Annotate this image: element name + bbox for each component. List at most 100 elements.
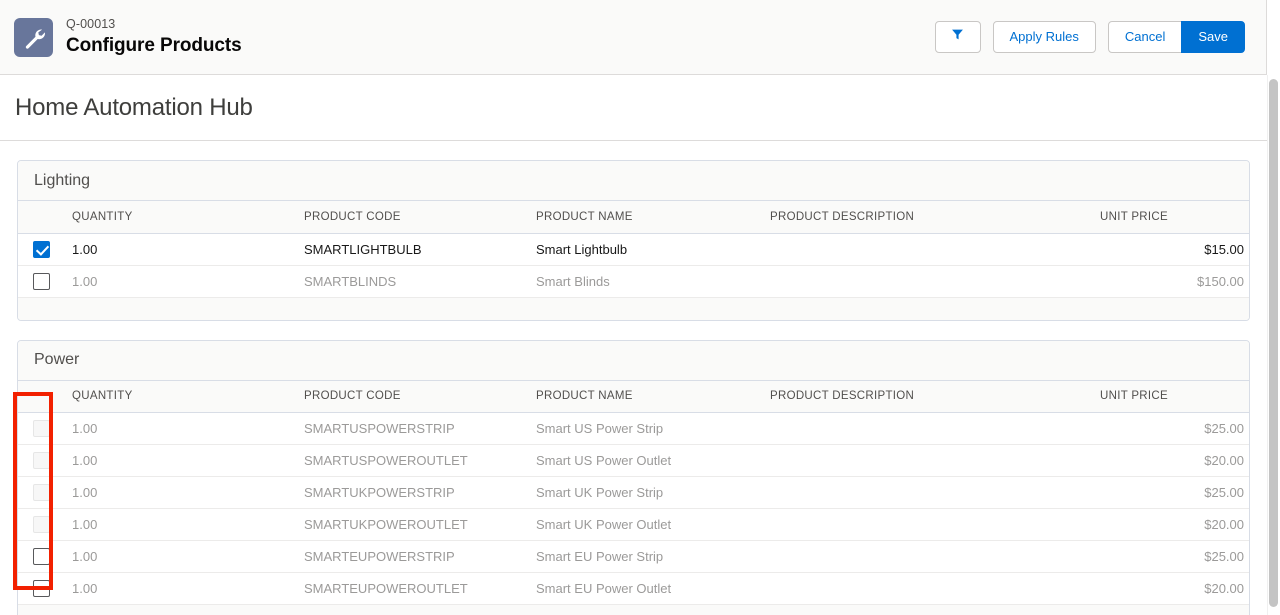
header-title-block: Q-00013 Configure Products — [66, 17, 242, 56]
cell-price: $20.00 — [1092, 508, 1249, 541]
cell-desc — [762, 412, 1092, 445]
table-row[interactable]: 1.00 SMARTLIGHTBULB Smart Lightbulb $15.00 — [18, 233, 1249, 266]
product-section-card: Power QUANTITY PRODUCT CODE PRODUCT NAME PRO… — [17, 339, 1250, 615]
cell-qty: 1.00 — [64, 444, 296, 477]
row-select-cell — [18, 508, 64, 541]
column-header-check — [18, 380, 64, 413]
row-checkbox-disabled — [32, 516, 50, 534]
bundle-header: Home Automation Hub — [0, 75, 1267, 141]
product-sections: Lighting QUANTITY PRODUCT CODE PRODUCT NAME… — [0, 141, 1267, 615]
row-checkbox[interactable] — [32, 580, 50, 598]
row-select-cell — [18, 265, 64, 298]
cell-name: Smart US Power Strip — [528, 412, 762, 445]
cell-code: SMARTLIGHTBULB — [296, 233, 528, 266]
cell-price: $25.00 — [1092, 476, 1249, 509]
column-header-desc: PRODUCT DESCRIPTION — [762, 380, 1092, 413]
table-row[interactable]: 1.00 SMARTUSPOWERSTRIP Smart US Power Stri… — [18, 412, 1249, 445]
cell-qty: 1.00 — [64, 540, 296, 573]
cell-name: Smart UK Power Strip — [528, 476, 762, 509]
row-checkbox[interactable] — [32, 272, 50, 290]
cancel-button[interactable]: Cancel — [1107, 21, 1183, 53]
section-title: Power — [34, 351, 80, 368]
cell-qty: 1.00 — [64, 572, 296, 605]
page-header: Q-00013 Configure Products Apply Rules C… — [0, 0, 1267, 75]
cell-desc — [762, 540, 1092, 573]
cell-name: Smart US Power Outlet — [528, 444, 762, 477]
row-checkbox-disabled — [32, 420, 50, 438]
cell-qty: 1.00 — [64, 508, 296, 541]
filter-button[interactable] — [934, 21, 981, 53]
cell-code: SMARTUKPOWEROUTLET — [296, 508, 528, 541]
product-table: QUANTITY PRODUCT CODE PRODUCT NAME PRODUCT … — [18, 201, 1249, 298]
column-header-check — [18, 201, 64, 234]
table-header-row: QUANTITY PRODUCT CODE PRODUCT NAME PRODUCT … — [18, 380, 1249, 413]
row-checkbox[interactable] — [32, 548, 50, 566]
cell-price: $25.00 — [1092, 412, 1249, 445]
cell-desc — [762, 508, 1092, 541]
cell-code: SMARTEUPOWEROUTLET — [296, 572, 528, 605]
cell-code: SMARTUKPOWERSTRIP — [296, 476, 528, 509]
product-section-card: Lighting QUANTITY PRODUCT CODE PRODUCT NAME… — [17, 160, 1250, 321]
cell-desc — [762, 265, 1092, 298]
cell-code: SMARTUSPOWEROUTLET — [296, 444, 528, 477]
column-header-name: PRODUCT NAME — [528, 201, 762, 234]
cell-price: $15.00 — [1092, 233, 1249, 266]
column-header-price: UNIT PRICE — [1092, 201, 1249, 234]
cell-code: SMARTEUPOWERSTRIP — [296, 540, 528, 573]
header-actions: Apply Rules Cancel Save — [934, 21, 1267, 53]
column-header-code: PRODUCT CODE — [296, 380, 528, 413]
row-select-cell — [18, 540, 64, 573]
wrench-icon — [14, 17, 53, 57]
cell-desc — [762, 572, 1092, 605]
cell-qty: 1.00 — [64, 265, 296, 298]
cell-price: $20.00 — [1092, 572, 1249, 605]
scrollbar-thumb[interactable] — [1269, 79, 1278, 607]
save-cancel-button-group: Cancel Save — [1107, 21, 1245, 53]
cell-name: Smart Lightbulb — [528, 233, 762, 266]
cell-desc — [762, 233, 1092, 266]
cell-code: SMARTBLINDS — [296, 265, 528, 298]
section-header: Lighting — [18, 161, 1249, 201]
cell-qty: 1.00 — [64, 233, 296, 266]
cell-price: $25.00 — [1092, 540, 1249, 573]
record-id: Q-00013 — [66, 17, 116, 32]
apply-rules-button[interactable]: Apply Rules — [992, 21, 1096, 53]
header-identity: Q-00013 Configure Products — [0, 17, 242, 57]
table-row[interactable]: 1.00 SMARTEUPOWERSTRIP Smart EU Power Stri… — [18, 540, 1249, 573]
cell-price: $20.00 — [1092, 444, 1249, 477]
table-row[interactable]: 1.00 SMARTUKPOWEROUTLET Smart UK Power Out… — [18, 508, 1249, 541]
row-checkbox-disabled — [32, 484, 50, 502]
row-select-cell — [18, 233, 64, 266]
cell-qty: 1.00 — [64, 476, 296, 509]
cell-desc — [762, 476, 1092, 509]
filter-funnel-icon — [951, 22, 964, 52]
row-select-cell — [18, 476, 64, 509]
page-title: Configure Products — [66, 34, 242, 56]
cell-qty: 1.00 — [64, 412, 296, 445]
section-title: Lighting — [34, 171, 91, 189]
column-header-qty: QUANTITY — [64, 201, 296, 234]
table-row[interactable]: 1.00 SMARTBLINDS Smart Blinds $150.00 — [18, 265, 1249, 298]
cell-desc — [762, 444, 1092, 477]
table-row[interactable]: 1.00 SMARTUSPOWEROUTLET Smart US Power Out… — [18, 444, 1249, 477]
column-header-qty: QUANTITY — [64, 380, 296, 413]
cell-price: $150.00 — [1092, 265, 1249, 298]
section-footer — [18, 605, 1249, 615]
row-checkbox[interactable] — [32, 240, 50, 258]
table-row[interactable]: 1.00 SMARTUKPOWERSTRIP Smart UK Power Stri… — [18, 476, 1249, 509]
row-checkbox-disabled — [32, 452, 50, 470]
section-footer — [18, 297, 1249, 320]
product-table: QUANTITY PRODUCT CODE PRODUCT NAME PRODUCT … — [18, 380, 1249, 605]
row-select-cell — [18, 572, 64, 605]
vertical-scrollbar[interactable] — [1267, 75, 1280, 615]
table-row[interactable]: 1.00 SMARTEUPOWEROUTLET Smart EU Power Out… — [18, 572, 1249, 605]
header-edge-divider — [1266, 0, 1267, 75]
column-header-code: PRODUCT CODE — [296, 201, 528, 234]
column-header-price: UNIT PRICE — [1092, 380, 1249, 413]
bundle-name: Home Automation Hub — [15, 93, 253, 121]
column-header-desc: PRODUCT DESCRIPTION — [762, 201, 1092, 234]
configure-products-page: Q-00013 Configure Products Apply Rules C… — [0, 0, 1280, 615]
cell-name: Smart Blinds — [528, 265, 762, 298]
save-button[interactable]: Save — [1181, 21, 1245, 53]
column-header-name: PRODUCT NAME — [528, 380, 762, 413]
